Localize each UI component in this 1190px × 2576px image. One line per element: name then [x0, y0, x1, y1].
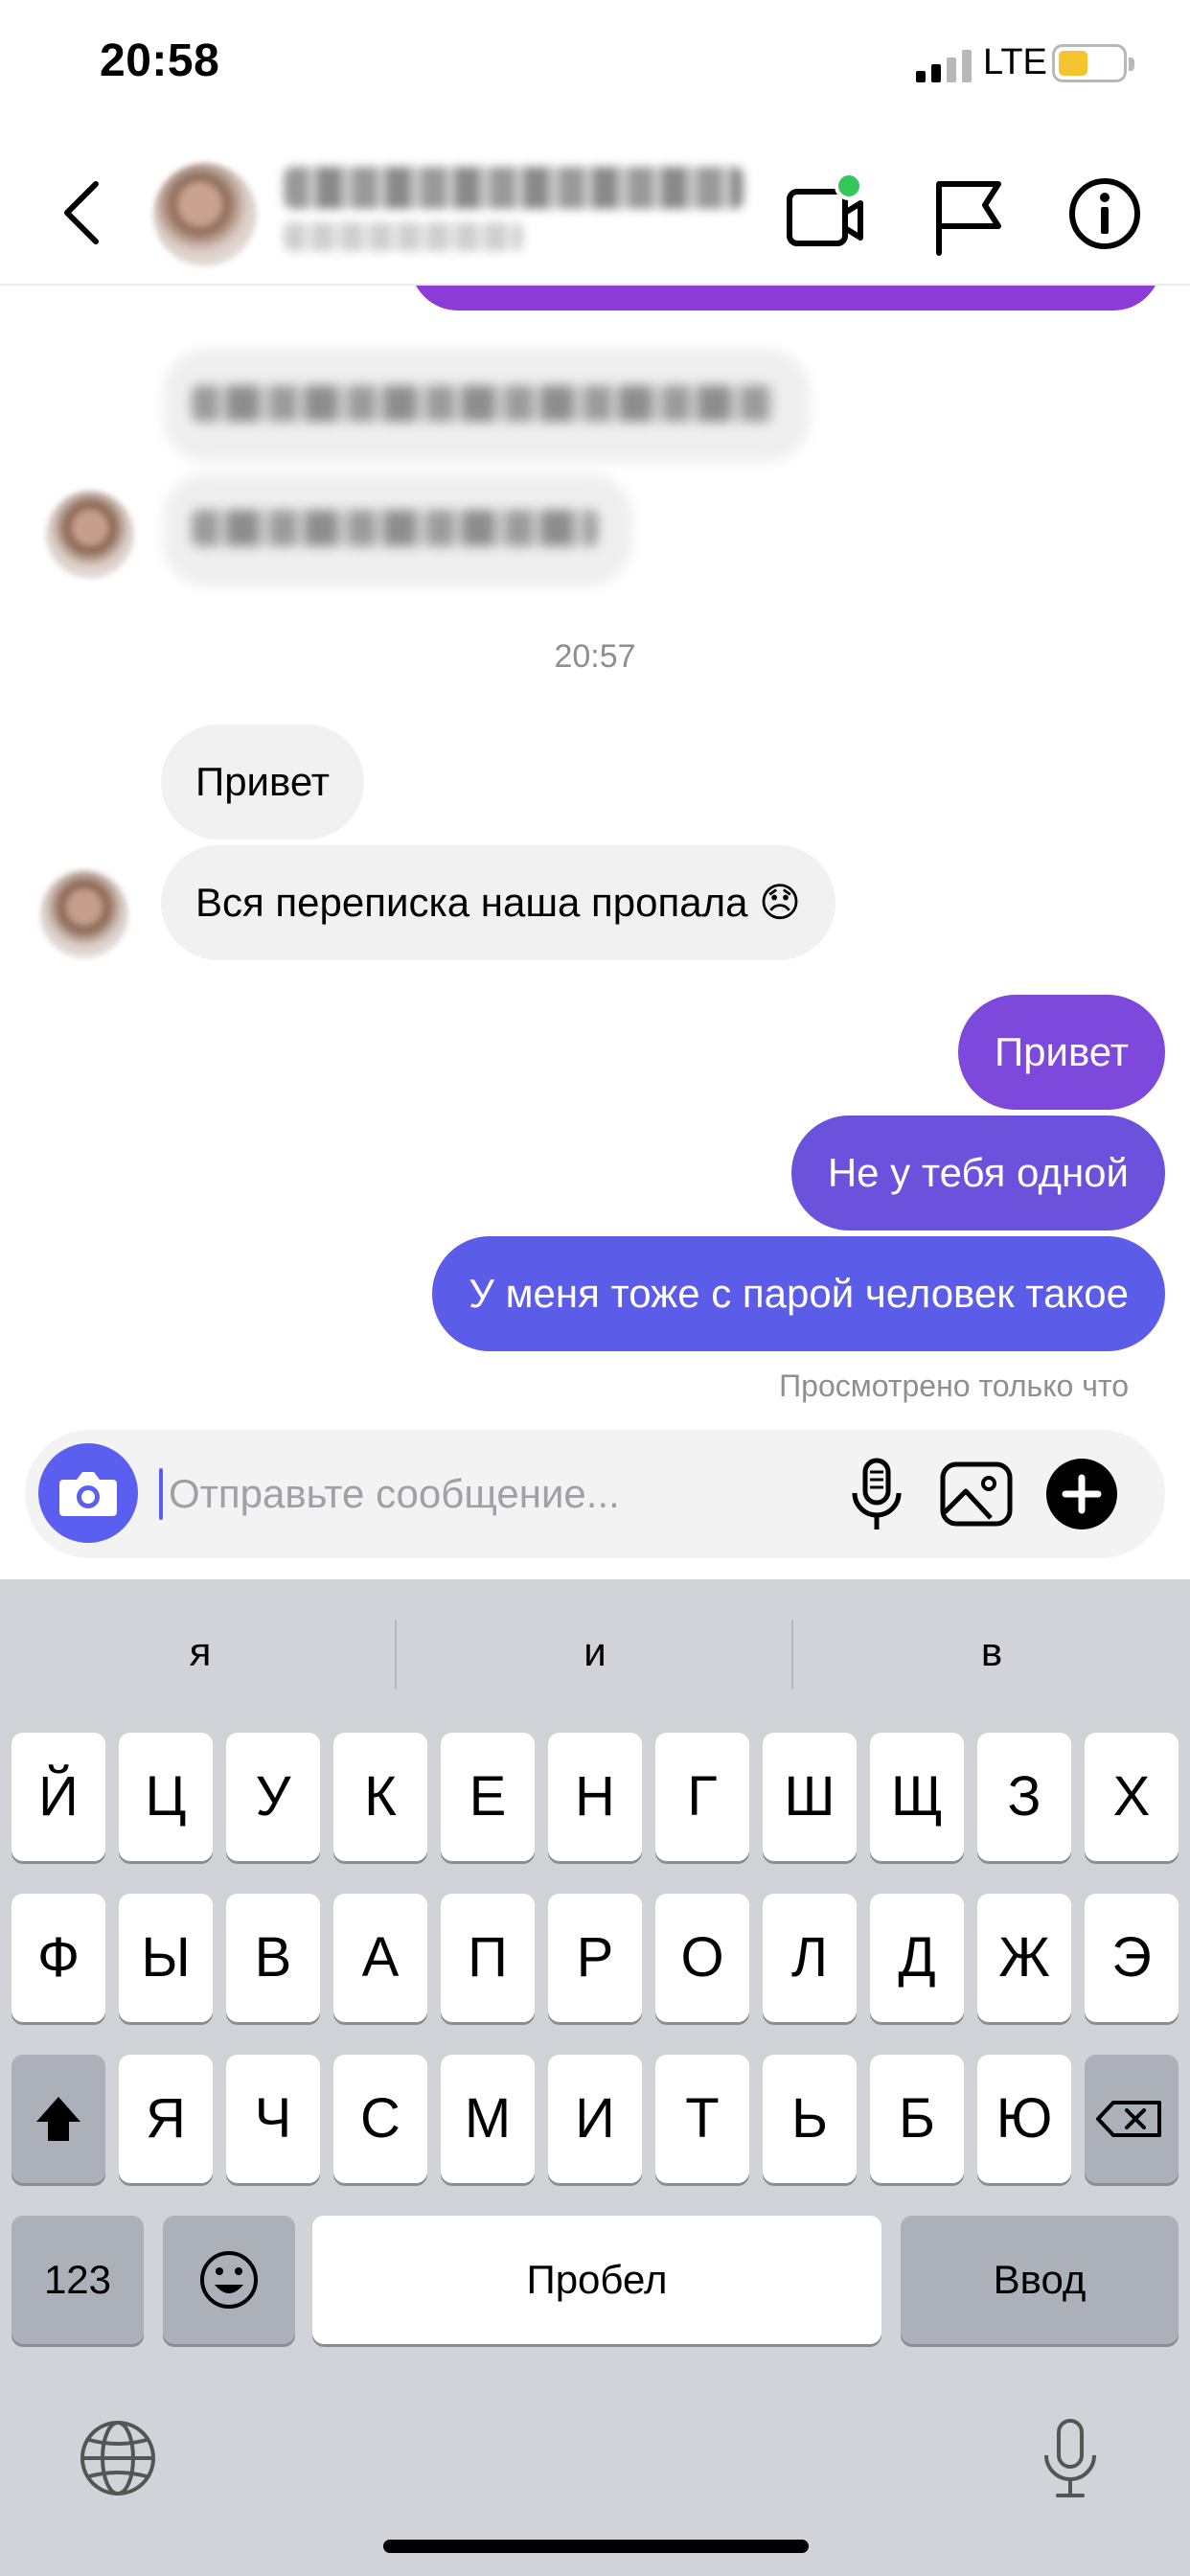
incoming-message[interactable]: Вся переписка наша пропала 😞: [161, 845, 835, 960]
numbers-key[interactable]: 123: [11, 2216, 144, 2344]
key[interactable]: Е: [441, 1733, 535, 1861]
key[interactable]: С: [333, 2055, 427, 2183]
flag-icon[interactable]: [926, 171, 1012, 257]
emoji-icon: [200, 2251, 258, 2309]
shift-key[interactable]: [11, 2055, 105, 2183]
return-key[interactable]: Ввод: [901, 2216, 1179, 2344]
seen-status: Просмотрено только что: [779, 1368, 1129, 1403]
key[interactable]: О: [655, 1894, 749, 2022]
network-type: LTE: [983, 42, 1047, 82]
outgoing-message[interactable]: У меня тоже с парой человек такое: [432, 1236, 1165, 1351]
contact-status-redacted: [284, 222, 523, 251]
key[interactable]: Й: [11, 1733, 105, 1861]
camera-icon: [59, 1472, 117, 1516]
redacted-message-bubble: [163, 349, 811, 462]
previous-outgoing-bubble: [410, 286, 1161, 310]
camera-button[interactable]: [38, 1443, 138, 1543]
sender-avatar[interactable]: [40, 870, 128, 958]
key[interactable]: Ь: [763, 2055, 857, 2183]
key[interactable]: Ю: [977, 2055, 1071, 2183]
chat-header: [0, 134, 1190, 286]
backspace-icon: [1096, 2101, 1161, 2137]
key[interactable]: Щ: [870, 1733, 964, 1861]
info-icon[interactable]: [1062, 171, 1148, 257]
message-timestamp: 20:57: [554, 638, 636, 675]
message-composer: [25, 1430, 1165, 1558]
redacted-message-bubble: [163, 473, 632, 586]
signal-icon: [916, 50, 972, 82]
gallery-icon[interactable]: [933, 1451, 1019, 1537]
key[interactable]: В: [226, 1894, 320, 2022]
key[interactable]: Ч: [226, 2055, 320, 2183]
emoji-key[interactable]: [163, 2216, 295, 2344]
back-icon[interactable]: [50, 174, 117, 251]
outgoing-message[interactable]: Привет: [957, 995, 1165, 1110]
key[interactable]: Э: [1085, 1894, 1179, 2022]
backspace-key[interactable]: [1085, 2055, 1179, 2183]
battery-icon: [1052, 44, 1134, 82]
key[interactable]: Ы: [119, 1894, 213, 2022]
key[interactable]: Я: [119, 2055, 213, 2183]
contact-avatar[interactable]: [153, 163, 257, 266]
shift-icon: [36, 2097, 80, 2141]
video-call-icon[interactable]: [782, 171, 868, 257]
outgoing-message[interactable]: Не у тебя одной: [790, 1116, 1165, 1230]
key[interactable]: У: [226, 1733, 320, 1861]
message-list[interactable]: 20:57 Привет Вся переписка наша пропала …: [0, 286, 1190, 1416]
contact-name-redacted[interactable]: [284, 167, 744, 209]
key[interactable]: Ф: [11, 1894, 105, 2022]
key[interactable]: Д: [870, 1894, 964, 2022]
key[interactable]: Б: [870, 2055, 964, 2183]
suggestion-item[interactable]: я: [4, 1579, 397, 1725]
key[interactable]: И: [548, 2055, 642, 2183]
key[interactable]: З: [977, 1733, 1071, 1861]
home-indicator: [383, 2540, 809, 2553]
status-time: 20:58: [100, 35, 220, 86]
keyboard: я и в Й Ц У К Е Н Г Ш Щ З Х Ф Ы В А П Р …: [0, 1579, 1190, 2576]
space-key[interactable]: Пробел: [312, 2216, 881, 2344]
key[interactable]: Г: [655, 1733, 749, 1861]
status-bar: 20:58 LTE: [0, 0, 1190, 134]
key[interactable]: Т: [655, 2055, 749, 2183]
key[interactable]: Р: [548, 1894, 642, 2022]
key[interactable]: М: [441, 2055, 535, 2183]
incoming-message[interactable]: Привет: [161, 724, 365, 840]
online-dot: [835, 172, 863, 200]
suggestion-item[interactable]: и: [399, 1579, 791, 1725]
globe-icon[interactable]: [75, 2415, 161, 2501]
key[interactable]: Х: [1085, 1733, 1179, 1861]
key[interactable]: Ц: [119, 1733, 213, 1861]
key[interactable]: П: [441, 1894, 535, 2022]
key[interactable]: А: [333, 1894, 427, 2022]
suggestion-bar: я и в: [0, 1579, 1190, 1725]
key[interactable]: Л: [763, 1894, 857, 2022]
message-input[interactable]: [159, 1459, 811, 1530]
key[interactable]: Ж: [977, 1894, 1071, 2022]
sender-avatar[interactable]: [46, 491, 134, 579]
key[interactable]: Ш: [763, 1733, 857, 1861]
suggestion-item[interactable]: в: [795, 1579, 1188, 1725]
plus-button[interactable]: [1046, 1459, 1117, 1530]
key[interactable]: К: [333, 1733, 427, 1861]
key[interactable]: Н: [548, 1733, 642, 1861]
dictation-icon[interactable]: [1027, 2415, 1113, 2501]
plus-icon: [1062, 1474, 1102, 1514]
microphone-icon[interactable]: [834, 1451, 920, 1537]
